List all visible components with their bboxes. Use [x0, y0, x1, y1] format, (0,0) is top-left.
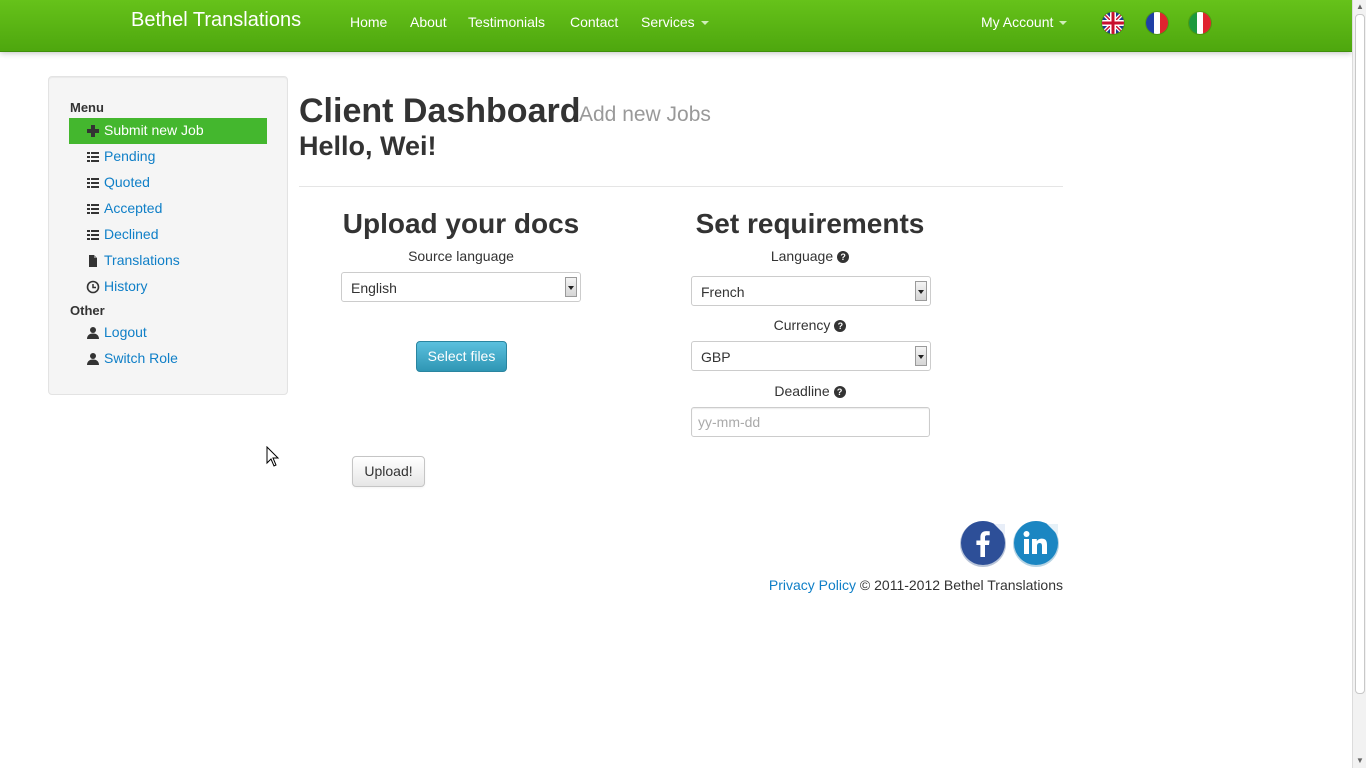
list-icon	[87, 178, 99, 188]
help-icon[interactable]: ?	[833, 386, 846, 398]
source-language-label: Source language	[408, 248, 514, 264]
chevron-down-icon	[565, 277, 577, 297]
scroll-up-icon[interactable]: ▲	[1355, 2, 1365, 12]
sidebar-item-quoted[interactable]: Quoted	[69, 170, 267, 196]
list-icon	[87, 230, 99, 240]
currency-value: GBP	[701, 349, 731, 365]
page-title: Client Dashboard	[299, 92, 581, 130]
source-language-select[interactable]: English	[341, 272, 581, 302]
nav-testimonials[interactable]: Testimonials	[468, 14, 545, 30]
privacy-policy-link[interactable]: Privacy Policy	[769, 577, 856, 593]
language-label: Language	[770, 248, 834, 264]
facebook-icon[interactable]	[958, 518, 1008, 568]
sidebar-item-accepted[interactable]: Accepted	[69, 196, 267, 222]
caret-down-icon	[1059, 21, 1068, 26]
sidebar-item-switch-role[interactable]: Switch Role	[69, 346, 267, 372]
sidebar-item-history[interactable]: History	[69, 274, 267, 300]
nav-home[interactable]: Home	[350, 14, 387, 30]
user-icon	[87, 353, 99, 365]
list-icon	[87, 152, 99, 162]
sidebar-item-label: Pending	[104, 148, 156, 164]
target-language-select[interactable]: French	[691, 276, 931, 306]
nav-about[interactable]: About	[410, 14, 447, 30]
vertical-scrollbar[interactable]: ▲ ▼	[1352, 0, 1366, 768]
select-files-button[interactable]: Select files	[416, 341, 507, 372]
sidebar-item-label: Submit new Job	[104, 122, 204, 138]
sidebar-item-declined[interactable]: Declined	[69, 222, 267, 248]
sidebar-item-label: Logout	[104, 324, 147, 340]
upload-section-title: Upload your docs	[342, 208, 580, 239]
requirements-section-title: Set requirements	[695, 208, 925, 239]
currency-select[interactable]: GBP	[691, 341, 931, 371]
menu-header: Menu	[70, 100, 104, 115]
help-icon[interactable]: ?	[834, 320, 847, 332]
sidebar-item-label: Translations	[104, 252, 180, 268]
sidebar-item-pending[interactable]: Pending	[69, 144, 267, 170]
nav-my-account-dropdown[interactable]: My Account	[981, 14, 1068, 30]
header-divider	[299, 186, 1063, 187]
list-icon	[87, 204, 99, 214]
help-icon[interactable]: ?	[837, 251, 850, 263]
sidebar-item-label: Declined	[104, 226, 159, 242]
chevron-down-icon	[915, 281, 927, 301]
nav-account-label: My Account	[981, 14, 1054, 30]
sidebar-item-label: Switch Role	[104, 350, 178, 366]
caret-down-icon	[700, 21, 709, 26]
language-label-row: Language?	[690, 248, 930, 264]
nav-contact[interactable]: Contact	[570, 14, 618, 30]
user-icon	[87, 327, 99, 339]
sidebar-item-label: Accepted	[104, 200, 163, 216]
mouse-cursor-icon	[266, 446, 280, 467]
copyright-text: © 2011-2012 Bethel Translations	[859, 577, 1063, 593]
sidebar-item-logout[interactable]: Logout	[69, 320, 267, 346]
brand-logo[interactable]: Bethel Translations	[131, 9, 301, 32]
sidebar-item-label: Quoted	[104, 174, 150, 190]
deadline-label-row: Deadline?	[690, 383, 930, 399]
top-navbar: Bethel Translations Home About Testimoni…	[0, 0, 1352, 52]
france-flag-icon[interactable]	[1146, 12, 1168, 34]
deadline-label: Deadline	[774, 383, 830, 399]
source-language-value: English	[351, 280, 397, 296]
scrollbar-thumb[interactable]	[1355, 14, 1365, 694]
chevron-down-icon	[915, 346, 927, 366]
greeting: Hello, Wei!	[299, 131, 437, 161]
sidebar-item-label: History	[104, 278, 148, 294]
italy-flag-icon[interactable]	[1189, 12, 1211, 34]
deadline-input[interactable]	[691, 407, 930, 437]
target-language-value: French	[701, 284, 745, 300]
upload-button[interactable]: Upload!	[352, 456, 425, 487]
nav-services-dropdown[interactable]: Services	[641, 14, 709, 30]
sidebar-menu: Menu Submit new Job Pending Quoted Accep…	[48, 76, 288, 395]
footer: Privacy Policy © 2011-2012 Bethel Transl…	[763, 577, 1063, 593]
page-subtitle: Add new Jobs	[579, 103, 711, 126]
other-header: Other	[70, 303, 105, 318]
currency-label-row: Currency?	[690, 317, 930, 333]
sidebar-item-translations[interactable]: Translations	[69, 248, 267, 274]
currency-label: Currency	[773, 317, 831, 333]
scroll-down-icon[interactable]: ▼	[1355, 756, 1365, 766]
clock-icon	[86, 280, 100, 294]
sidebar-item-submit-new-job[interactable]: Submit new Job	[69, 118, 267, 144]
plus-icon	[87, 125, 99, 137]
linkedin-icon[interactable]	[1011, 518, 1061, 568]
file-icon	[89, 255, 97, 267]
nav-services-label: Services	[641, 14, 695, 30]
uk-flag-icon[interactable]	[1102, 12, 1124, 34]
